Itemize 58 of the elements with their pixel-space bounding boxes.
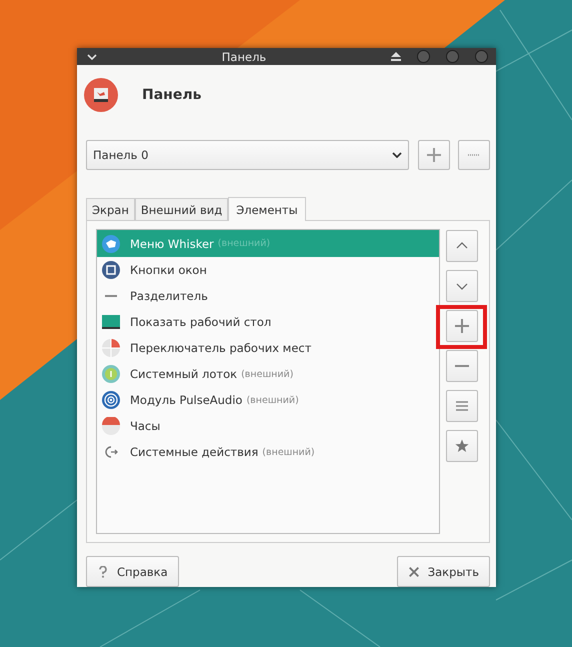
help-button[interactable]: Справка — [86, 556, 179, 587]
tab[interactable]: Элементы — [228, 197, 306, 221]
panel-dropdown[interactable]: Панель 0 — [86, 140, 409, 170]
move-up-button[interactable] — [446, 230, 478, 262]
calendar-icon — [102, 417, 120, 435]
window-title: Панель — [220, 50, 268, 64]
question-mark-icon — [97, 566, 109, 578]
list-item[interactable]: Разделитель — [97, 283, 439, 309]
list-item[interactable]: Показать рабочий стол — [97, 309, 439, 335]
chevron-down-icon[interactable] — [87, 54, 97, 60]
about-item-button[interactable] — [446, 430, 478, 462]
eject-icon[interactable] — [391, 52, 401, 61]
close-dialog-button[interactable]: Закрыть — [396, 556, 490, 587]
tab[interactable]: Внешний вид — [134, 198, 228, 220]
item-note: (внешний) — [241, 368, 294, 380]
plus-icon — [455, 319, 469, 333]
dropdown-value: Панель 0 — [93, 148, 148, 162]
add-panel-button[interactable] — [418, 140, 450, 170]
remove-item-button[interactable] — [446, 350, 478, 382]
pie-chart-icon — [102, 339, 120, 357]
list-item[interactable]: Системные действия (внешний) — [97, 439, 439, 465]
tab[interactable]: Экран — [86, 198, 135, 220]
item-name: Системные действия — [130, 445, 258, 459]
item-note: (внешний) — [218, 238, 270, 249]
item-note: (внешний) — [262, 446, 315, 458]
list-item[interactable]: Переключатель рабочих мест — [97, 335, 439, 361]
list-item[interactable]: Кнопки окон — [97, 257, 439, 283]
maximize-button[interactable] — [446, 50, 459, 63]
menu-icon — [455, 399, 469, 413]
panel-app-icon — [84, 78, 118, 112]
item-name: Разделитель — [130, 289, 208, 303]
item-name: Меню Whisker — [130, 236, 214, 250]
window-buttons-icon — [102, 261, 120, 279]
minimize-button[interactable] — [417, 50, 430, 63]
speaker-waves-icon — [102, 391, 120, 409]
remove-panel-button[interactable] — [458, 140, 490, 170]
list-item[interactable]: Системный лоток (внешний) — [97, 361, 439, 387]
item-note: (внешний) — [246, 394, 299, 406]
item-name: Модуль PulseAudio — [130, 393, 242, 407]
chevron-down-icon — [392, 152, 402, 158]
item-name: Показать рабочий стол — [130, 315, 272, 329]
desktop-icon — [102, 313, 120, 331]
item-name: Переключатель рабочих мест — [130, 341, 312, 355]
item-name: Кнопки окон — [130, 263, 207, 277]
add-item-button[interactable] — [446, 310, 478, 342]
list-item[interactable]: Часы — [97, 413, 439, 439]
plus-icon — [427, 148, 441, 162]
list-item[interactable]: Модуль PulseAudio (внешний) — [97, 387, 439, 413]
close-icon — [408, 566, 420, 578]
item-settings-button[interactable] — [446, 390, 478, 422]
item-name: Часы — [130, 419, 160, 433]
star-icon — [455, 439, 469, 453]
item-name: Системный лоток — [130, 367, 238, 381]
move-down-button[interactable] — [446, 270, 478, 302]
dialog-heading: Панель — [142, 87, 202, 103]
close-button[interactable] — [475, 50, 488, 63]
separator-icon — [105, 295, 117, 297]
minus-icon — [468, 154, 480, 156]
